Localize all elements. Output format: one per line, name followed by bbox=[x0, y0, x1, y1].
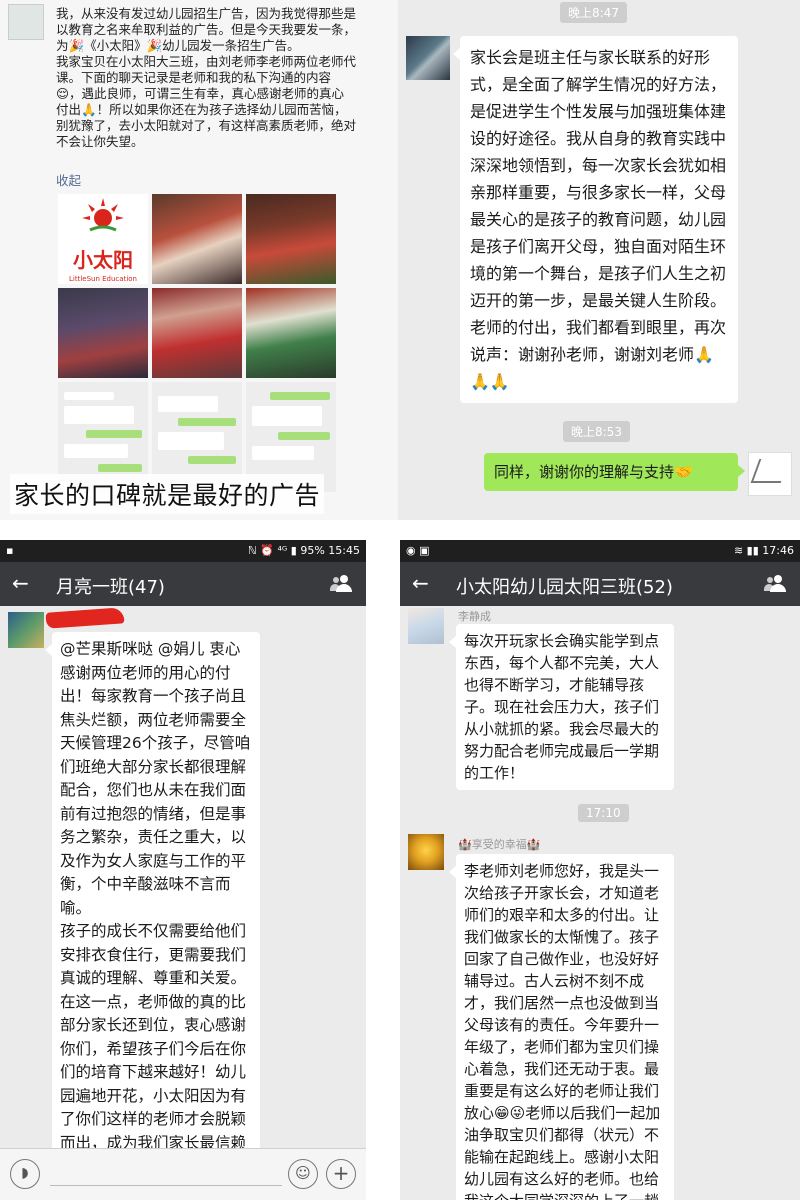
sender-name: 李静成 bbox=[458, 610, 491, 623]
sender-name: 🏰享受的幸福🏰 bbox=[458, 838, 541, 851]
chat-title: 小太阳幼儿园太阳三班(52) bbox=[456, 577, 673, 598]
photo-thumbnail[interactable] bbox=[246, 288, 336, 378]
sun-logo-icon bbox=[82, 197, 124, 231]
message-bubble[interactable]: @芒果斯咪哒 @娟儿 衷心感谢两位老师的用心的付出！每家教育一个孩子尚且焦头烂额… bbox=[45, 632, 260, 1161]
message-text: 同样，谢谢你的理解与支持🤝 bbox=[494, 463, 693, 481]
plus-icon[interactable]: + bbox=[326, 1159, 356, 1189]
photo-thumbnail[interactable] bbox=[152, 288, 242, 378]
moments-post-panel: 我，从来没有发过幼儿园招生广告，因为我觉得那些是以教育之名来牟取利益的广告。但是… bbox=[0, 0, 398, 520]
photo-thumbnail[interactable] bbox=[152, 194, 242, 284]
avatar[interactable] bbox=[408, 608, 444, 644]
message-bubble[interactable]: 家长会是班主任与家长联系的好形式，是全面了解学生情况的好方法，是促进学生个性发展… bbox=[453, 36, 738, 403]
post-text: 我，从来没有发过幼儿园招生广告，因为我觉得那些是以教育之名来牟取利益的广告。但是… bbox=[56, 6, 356, 150]
input-bar: ◗ ☺ + bbox=[0, 1148, 366, 1200]
status-left: ◉ ▣ bbox=[406, 544, 430, 557]
group-members-icon[interactable] bbox=[764, 575, 788, 593]
back-arrow-icon[interactable]: ← bbox=[12, 571, 29, 595]
status-right: ℕ ⏰ ⁴ᴳ ▮ 95% 15:45 bbox=[248, 544, 360, 557]
timestamp: 17:10 bbox=[578, 804, 629, 822]
photo-thumbnail[interactable] bbox=[58, 288, 148, 378]
message-input[interactable] bbox=[50, 1185, 282, 1186]
status-bar: ▪ ℕ ⏰ ⁴ᴳ ▮ 95% 15:45 bbox=[0, 540, 366, 562]
message-text: 每次开玩家长会确实能学到点东西，每个人都不完美，大人也得不断学习，才能辅导孩子。… bbox=[464, 632, 660, 782]
logo-title: 小太阳 bbox=[73, 247, 133, 272]
chat-panel-teacher: 晚上8:47 家长会是班主任与家长联系的好形式，是全面了解学生情况的好方法，是促… bbox=[398, 0, 800, 520]
status-left: ▪ bbox=[6, 544, 14, 557]
avatar[interactable] bbox=[406, 36, 450, 80]
avatar[interactable] bbox=[408, 834, 444, 870]
emoji-icon[interactable]: ☺ bbox=[288, 1159, 318, 1189]
littlesun-logo[interactable]: 小太阳 LittleSun Education bbox=[58, 194, 148, 284]
caption-banner: 家长的口碑就是最好的广告 bbox=[10, 474, 325, 514]
message-text: 李老师刘老师您好，我是头一次给孩子开家长会，才知道老师们的艰辛和太多的付出。让我… bbox=[464, 862, 661, 1200]
clock: 15:45 bbox=[328, 544, 360, 557]
group-members-icon[interactable] bbox=[330, 575, 354, 593]
avatar[interactable] bbox=[8, 612, 44, 648]
message-bubble[interactable]: 每次开玩家长会确实能学到点东西，每个人都不完美，大人也得不断学习，才能辅导孩子。… bbox=[449, 624, 674, 790]
reply-bubble[interactable]: 同样，谢谢你的理解与支持🤝 bbox=[484, 453, 745, 491]
message-text: 家长会是班主任与家长联系的好形式，是全面了解学生情况的好方法，是促进学生个性发展… bbox=[470, 48, 727, 391]
timestamp: 晚上8:53 bbox=[563, 421, 630, 442]
group-chat-sun-class: ◉ ▣ ≋ ▮▮ 17:46 ← 小太阳幼儿园太阳三班(52) 李静成 每次开玩… bbox=[400, 540, 800, 1200]
chat-header: ← 小太阳幼儿园太阳三班(52) bbox=[400, 562, 800, 606]
logo-subtitle: LittleSun Education bbox=[69, 274, 137, 283]
chat-header: ← 月亮一班(47) bbox=[0, 562, 366, 606]
voice-icon[interactable]: ◗ bbox=[10, 1159, 40, 1189]
status-icons: ℕ ⏰ ⁴ᴳ ▮ bbox=[248, 544, 297, 557]
chat-title: 月亮一班(47) bbox=[56, 577, 165, 598]
back-arrow-icon[interactable]: ← bbox=[412, 571, 429, 595]
photo-thumbnail[interactable] bbox=[246, 194, 336, 284]
status-bar: ◉ ▣ ≋ ▮▮ 17:46 bbox=[400, 540, 800, 562]
redaction-mark bbox=[45, 607, 125, 629]
collapse-link[interactable]: 收起 bbox=[56, 170, 81, 189]
wifi-signal-icon: ≋ ▮▮ bbox=[733, 544, 759, 557]
message-bubble[interactable]: 李老师刘老师您好，我是头一次给孩子开家长会，才知道老师们的艰辛和太多的付出。让我… bbox=[449, 854, 674, 1200]
battery-level: 95% bbox=[300, 544, 325, 557]
message-text: @芒果斯咪哒 @娟儿 衷心感谢两位老师的用心的付出！每家教育一个孩子尚且焦头烂额… bbox=[60, 640, 251, 1152]
group-chat-moon-class: ▪ ℕ ⏰ ⁴ᴳ ▮ 95% 15:45 ← 月亮一班(47) @芒果斯咪哒 @… bbox=[0, 540, 366, 1200]
timestamp: 晚上8:47 bbox=[560, 2, 627, 23]
post-body: 我，从来没有发过幼儿园招生广告，因为我觉得那些是以教育之名来牟取利益的广告。但是… bbox=[56, 6, 357, 149]
avatar[interactable] bbox=[748, 452, 792, 496]
status-right: ≋ ▮▮ 17:46 bbox=[734, 544, 794, 557]
avatar[interactable] bbox=[8, 4, 44, 40]
photo-grid: 小太阳 LittleSun Education bbox=[58, 194, 338, 378]
clock: 17:46 bbox=[762, 544, 794, 557]
